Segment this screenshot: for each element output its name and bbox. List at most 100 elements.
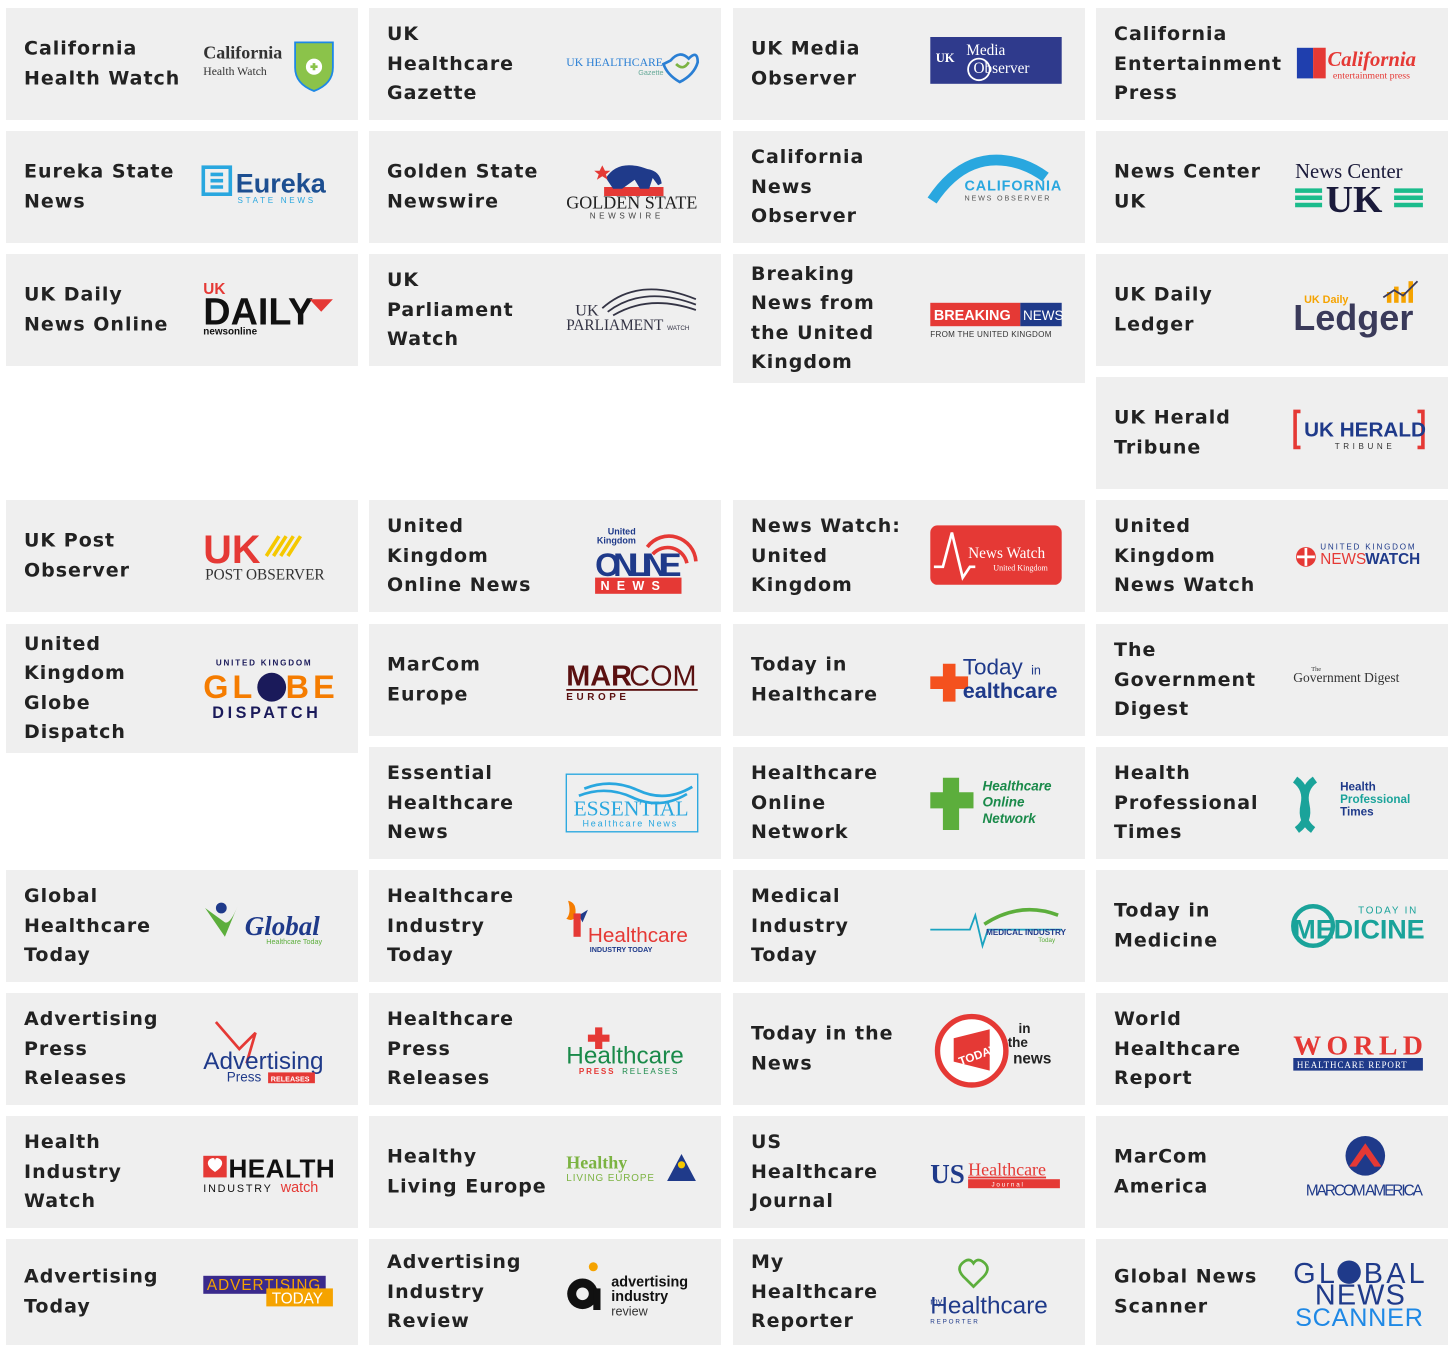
- global-news-scanner-logo-icon: GLOBAL NEWSSCANNER: [1286, 1256, 1432, 1332]
- california-news-observer-logo-icon: CALIFORNIA NEWS OBSERVER: [923, 151, 1069, 223]
- svg-text:Ledger: Ledger: [1293, 297, 1413, 338]
- svg-text:NEWS: NEWS: [601, 579, 668, 593]
- svg-text:INDUSTRY TODAY: INDUSTRY TODAY: [590, 945, 653, 954]
- outlet-name: Advertising Today: [24, 1265, 159, 1318]
- svg-text:Press: Press: [227, 1069, 262, 1084]
- svg-text:ONLINE: ONLINE: [595, 547, 681, 583]
- outlet-card-golden-state-newswire[interactable]: Golden State Newswire GOLDEN STATE NEWSWI…: [369, 131, 721, 243]
- outlet-card-healthcare-online-network[interactable]: Healthcare Online Network Healthcare Onli…: [733, 747, 1085, 859]
- outlet-name: Advertising Industry Review: [387, 1250, 522, 1332]
- outlet-name: California News Observer: [751, 145, 865, 227]
- svg-text:NEWS OBSERVER: NEWS OBSERVER: [965, 194, 1052, 203]
- outlet-card-advertising-press-releases[interactable]: Advertising Press Releases Advertising Pr…: [6, 993, 358, 1105]
- outlet-card-uk-daily-ledger[interactable]: UK Daily Ledger UK Daily Ledger: [1096, 254, 1448, 366]
- california-health-watch-logo-icon: California Health Watch: [196, 28, 342, 100]
- healthcare-online-network-logo-icon: Healthcare Online Network: [923, 767, 1069, 839]
- svg-text:entertainment press: entertainment press: [1333, 70, 1410, 81]
- today-in-the-news-logo-icon: TODAY in the news: [923, 1013, 1069, 1088]
- outlet-card-california-news-observer[interactable]: California News Observer CALIFORNIA NEWS …: [733, 131, 1085, 243]
- outlet-card-global-news-scanner[interactable]: Global News Scanner GLOBAL NEWSSCANNER: [1096, 1239, 1448, 1345]
- outlet-card-today-in-the-news[interactable]: Today in the News TODAY in the news: [733, 993, 1085, 1105]
- outlet-card-world-healthcare-report[interactable]: World Healthcare Report WORLD HEALTHCARE …: [1096, 993, 1448, 1105]
- outlet-name: MarCom America: [1114, 1145, 1209, 1198]
- outlet-card-today-in-medicine[interactable]: Today in Medicine TODAY IN MEDICINE: [1096, 870, 1448, 982]
- svg-text:Healthcare: Healthcare: [968, 1160, 1046, 1180]
- outlet-name: My Healthcare Reporter: [751, 1250, 879, 1332]
- outlet-card-healthy-living-europe[interactable]: Healthy Living Europe Healthy LIVING EUROP…: [369, 1116, 721, 1228]
- outlet-card-uk-healthcare-gazette[interactable]: UK Healthcare Gazette UK HEALTHCARE Gazett…: [369, 8, 721, 120]
- marcom-america-logo-icon: MARCOM AMERICA: [1286, 1136, 1432, 1208]
- outlet-card-news-center-uk[interactable]: News Center UK News Center UK: [1096, 131, 1448, 243]
- outlet-card-my-healthcare-reporter[interactable]: My Healthcare Reporter my Healthcare REPOR…: [733, 1239, 1085, 1345]
- healthy-living-europe-logo-icon: Healthy LIVING EUROPE: [559, 1136, 705, 1208]
- outlet-card-eureka-state-news[interactable]: Eureka State News Eureka STATE NEWS: [6, 131, 358, 243]
- svg-text:WATCH: WATCH: [667, 325, 690, 332]
- outlet-card-essential-healthcare-news[interactable]: Essential Healthcare News ESSENTIAL Healt…: [369, 747, 721, 859]
- svg-text:INDUSTRY: INDUSTRY: [203, 1183, 272, 1195]
- outlet-card-healthcare-industry-today[interactable]: Healthcare Industry Today Healthcare INDU…: [369, 870, 721, 982]
- outlet-card-healthcare-press-releases[interactable]: Healthcare Press Releases Healthcare PRES…: [369, 993, 721, 1105]
- outlet-name: The Government Digest: [1114, 638, 1257, 720]
- outlet-card-breaking-news-from-the-united-kingdom[interactable]: Breaking News from the United Kingdom BR…: [733, 254, 1085, 383]
- svg-text:LIVING EUROPE: LIVING EUROPE: [566, 1173, 655, 1184]
- outlet-card-california-health-watch[interactable]: California Health Watch California Health …: [6, 8, 358, 120]
- outlet-name: Global News Scanner: [1114, 1265, 1258, 1318]
- outlet-name: Today in the News: [751, 1022, 894, 1075]
- outlet-name: MarCom Europe: [387, 653, 481, 706]
- svg-text:US: US: [930, 1159, 965, 1189]
- outlet-card-uk-daily-news-online[interactable]: UK Daily News Online UK DAILY newsonline: [6, 254, 358, 366]
- outlet-card-health-professional-times[interactable]: Health Professional Times Health Professi…: [1096, 747, 1448, 859]
- outlet-card-uk-post-observer[interactable]: UK Post Observer UK POST OBSERVER: [6, 500, 358, 612]
- outlet-card-news-watch-united-kingdom[interactable]: News Watch: United Kingdom News Watch Uni…: [733, 500, 1085, 612]
- uk-daily-news-online-logo-icon: UK DAILY newsonline: [196, 274, 342, 346]
- news-center-uk-logo-icon: News Center UK: [1286, 151, 1432, 223]
- svg-text:Today: Today: [1038, 937, 1056, 944]
- essential-healthcare-news-logo-icon: ESSENTIAL Healthcare News: [559, 767, 705, 839]
- outlet-name: Breaking News from the United Kingdom: [751, 262, 875, 374]
- outlet-card-california-entertainment-press[interactable]: California Entertainment Press Californi…: [1096, 8, 1448, 120]
- outlet-card-marcom-america[interactable]: MarCom America MARCOM AMERICA: [1096, 1116, 1448, 1228]
- advertising-today-logo-icon: ADVERTISING TODAY: [196, 1256, 342, 1328]
- svg-text:PARLIAMENT: PARLIAMENT: [566, 317, 664, 334]
- svg-text:Health: Health: [1340, 780, 1376, 793]
- svg-text:Gazette: Gazette: [638, 68, 663, 77]
- uk-herald-tribune-logo-icon: UK HERALD TRIBUNE: [1286, 397, 1432, 469]
- outlet-name: UK Post Observer: [24, 529, 130, 582]
- svg-text:Media: Media: [966, 42, 1005, 59]
- svg-text:ealthcare: ealthcare: [963, 678, 1058, 703]
- outlet-card-uk-herald-tribune[interactable]: UK Herald Tribune UK HERALD TRIBUNE: [1096, 377, 1448, 489]
- svg-text:EUROPE: EUROPE: [566, 692, 629, 703]
- svg-text:TODAY: TODAY: [272, 1291, 323, 1308]
- outlet-card-uk-media-observer[interactable]: UK Media Observer UK Media Observer: [733, 8, 1085, 120]
- svg-text:COM: COM: [629, 660, 696, 692]
- svg-text:TRIBUNE: TRIBUNE: [1335, 442, 1396, 451]
- svg-text:WATCH: WATCH: [1365, 551, 1420, 568]
- outlet-name: United Kingdom Globe Dispatch: [24, 632, 126, 744]
- svg-text:review: review: [611, 1304, 648, 1318]
- outlet-card-the-government-digest[interactable]: The Government Digest The Government Diges…: [1096, 624, 1448, 736]
- uk-healthcare-gazette-logo-icon: UK HEALTHCARE Gazette: [559, 28, 705, 100]
- outlet-card-today-in-healthcare[interactable]: Today in Healthcare Today in ealthcare: [733, 624, 1085, 736]
- outlet-card-uk-parliament-watch[interactable]: UK Parliament Watch UK PARLIAMENT WATCH: [369, 254, 721, 366]
- outlet-card-advertising-industry-review[interactable]: Advertising Industry Review advertising i…: [369, 1239, 721, 1345]
- svg-text:ESSENTIAL: ESSENTIAL: [574, 797, 689, 821]
- today-in-healthcare-logo-icon: Today in ealthcare: [923, 644, 1069, 716]
- outlet-card-united-kingdom-globe-dispatch[interactable]: United Kingdom Globe Dispatch UNITED KING…: [6, 624, 358, 753]
- outlet-card-us-healthcare-journal[interactable]: US Healthcare Journal US Healthcare Journa…: [733, 1116, 1085, 1228]
- outlet-card-global-healthcare-today[interactable]: Global Healthcare Today Global Healthcare…: [6, 870, 358, 982]
- svg-text:BREAKING: BREAKING: [934, 307, 1011, 323]
- svg-text:in: in: [1019, 1021, 1031, 1036]
- svg-text:UK: UK: [1326, 179, 1383, 221]
- outlet-card-united-kingdom-news-watch[interactable]: United Kingdom News Watch UNITED KINGDOM…: [1096, 500, 1448, 612]
- svg-text:DISPATCH: DISPATCH: [212, 703, 321, 721]
- outlet-card-advertising-today[interactable]: Advertising Today ADVERTISING TODAY: [6, 1239, 358, 1345]
- outlet-card-united-kingdom-online-news[interactable]: United Kingdom Online News United Kingdom…: [369, 500, 721, 612]
- svg-text:Today: Today: [963, 655, 1024, 680]
- outlet-card-marcom-europe[interactable]: MarCom Europe MAR COM EUROPE: [369, 624, 721, 736]
- svg-text:FROM THE UNITED KINGDOM: FROM THE UNITED KINGDOM: [930, 330, 1051, 339]
- outlet-card-health-industry-watch[interactable]: Health Industry Watch HEALTH INDUSTRY watc…: [6, 1116, 358, 1228]
- united-kingdom-news-watch-logo-icon: UNITED KINGDOM NEWS WATCH: [1286, 520, 1432, 592]
- advertising-industry-review-logo-icon: advertising industry review: [559, 1256, 705, 1328]
- outlet-card-medical-industry-today[interactable]: Medical Industry Today MEDICAL INDUSTRY T…: [733, 870, 1085, 982]
- outlet-name: News Center UK: [1114, 160, 1261, 213]
